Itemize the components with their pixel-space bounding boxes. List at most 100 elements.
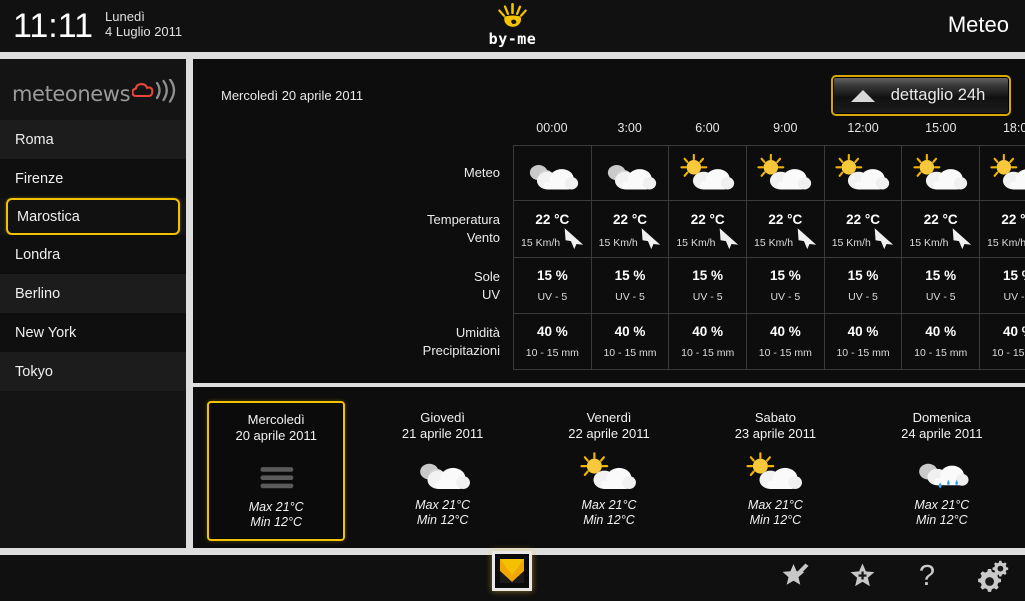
day-card-box: Domenica 24 aprile 2011 Max 21°C Min 12°C bbox=[873, 401, 1011, 541]
day-card-box: Venerdì 22 aprile 2011 Max 21°C Min 12°C bbox=[540, 401, 678, 541]
day-weather-icon-holder bbox=[411, 446, 475, 498]
wind-value: 15 Km/h bbox=[754, 237, 794, 250]
clock-time: 11:11 bbox=[13, 7, 94, 45]
chevron-down-icon[interactable] bbox=[492, 551, 532, 591]
day-card-box: Sabato 23 aprile 2011 Max 21°C Min 12°C bbox=[706, 401, 844, 541]
hourly-cell-meteo bbox=[902, 146, 981, 201]
row-label-line1: Umidità bbox=[455, 324, 500, 340]
day-name: Sabato bbox=[754, 410, 797, 425]
time-label: 12:00 bbox=[847, 121, 879, 135]
hourly-cell-meteo bbox=[514, 146, 592, 201]
sidebar-item-new-york[interactable]: New York bbox=[0, 313, 186, 352]
day-date: 23 aprile 2011 bbox=[734, 426, 817, 441]
hourly-cell-sole: 15 % UV - 5 bbox=[747, 257, 825, 313]
header-divider bbox=[0, 52, 1025, 59]
sidebar-item-marostica[interactable]: Marostica bbox=[6, 198, 180, 235]
uv-value: UV - 5 bbox=[615, 290, 645, 303]
sidebar-item-berlino[interactable]: Berlino bbox=[0, 274, 186, 313]
sidebar-item-firenze[interactable]: Firenze bbox=[0, 159, 186, 198]
sun-cloud-icon bbox=[990, 153, 1025, 190]
wind-direction-arrow-icon bbox=[797, 227, 816, 249]
day-date: 24 aprile 2011 bbox=[901, 426, 983, 441]
cloudy-icon bbox=[607, 164, 657, 190]
temperature-value: 22 °C bbox=[1001, 212, 1025, 228]
day-card-box: Giovedì 21 aprile 2011 Max 21°C Min 12°C bbox=[374, 401, 512, 541]
precipitation-value: 10 - 15 mm bbox=[681, 346, 735, 359]
weather-app: 11:11 Lunedì 4 Luglio 2011 by-me Meteo m… bbox=[0, 0, 1025, 601]
star-edit-icon[interactable] bbox=[778, 557, 816, 595]
uv-value: UV - 5 bbox=[692, 290, 723, 303]
wind-direction-arrow-icon bbox=[564, 227, 583, 249]
precipitation-value: 10 - 15 mm bbox=[525, 346, 579, 359]
sidebar-item-tokyo[interactable]: Tokyo bbox=[0, 352, 186, 391]
uv-value: UV - 5 bbox=[770, 290, 801, 303]
day-weather-icon-holder bbox=[244, 448, 308, 500]
humidity-value: 40 % bbox=[769, 323, 801, 339]
wind-value: 15 Km/h bbox=[831, 237, 871, 250]
hourly-cell-umidita: 40 % 10 - 15 mm bbox=[980, 314, 1025, 369]
wind-value: 15 Km/h bbox=[987, 237, 1025, 250]
wind-value: 15 Km/h bbox=[676, 237, 716, 250]
brand-name: by-me bbox=[488, 30, 537, 48]
bottom-toolbar: ? bbox=[0, 551, 1025, 601]
grid-row-umidita: 40 % 10 - 15 mm 40 % 10 - 15 mm 40 % 10 - 15 … bbox=[514, 313, 1025, 370]
time-label: 6:00 bbox=[695, 121, 720, 135]
hourly-cell-temperatura: 22 °C15 Km/h bbox=[592, 201, 670, 257]
precipitation-value: 10 - 15 mm bbox=[603, 346, 657, 359]
cloud-signal-icon bbox=[131, 78, 184, 110]
sidebar-item-roma[interactable]: Roma bbox=[0, 120, 186, 159]
humidity-value: 40 % bbox=[847, 323, 879, 339]
uv-value: UV - 5 bbox=[537, 290, 568, 303]
main-panel: Mercoledì 20 aprile 2011 dettaglio 24h 0… bbox=[193, 59, 1025, 548]
hourly-cell-temperatura: 22 °C15 Km/h bbox=[747, 201, 825, 257]
hourly-cell-sole: 15 % UV - 5 bbox=[669, 257, 748, 313]
sidebar-item-londra[interactable]: Londra bbox=[0, 235, 186, 274]
hourly-cell-umidita: 40 % 10 - 15 mm bbox=[669, 313, 748, 369]
day-forecast-card[interactable]: Giovedì 21 aprile 2011 Max 21°C Min 12°C bbox=[359, 393, 525, 543]
cloudy-icon bbox=[419, 463, 470, 489]
city-label: Roma bbox=[15, 131, 54, 148]
hand-sun-icon bbox=[496, 3, 530, 29]
day-date: 20 aprile 2011 bbox=[235, 428, 317, 443]
uv-value: UV - 5 bbox=[925, 290, 956, 303]
settings-gears-icon[interactable] bbox=[973, 557, 1011, 595]
clock: 11:11 Lunedì 4 Luglio 2011 bbox=[13, 6, 182, 46]
day-min-temp: Min 12°C bbox=[583, 513, 635, 527]
humidity-value: 40 % bbox=[692, 323, 724, 339]
fog-icon bbox=[260, 466, 294, 488]
row-label-line2: Vento bbox=[466, 230, 500, 246]
day-date: 21 aprile 2011 bbox=[401, 426, 484, 441]
wind-direction-arrow-icon bbox=[719, 227, 739, 249]
hourly-forecast-grid: 22 °C 15 Km/h 22 °C 15 Km/h 22 °C 15 Km/h 22 °… bbox=[513, 145, 1025, 370]
day-forecast-card[interactable]: Venerdì 22 aprile 2011 Max 21°C Min 12°C bbox=[526, 393, 692, 543]
day-name: Mercoledì bbox=[247, 412, 305, 427]
row-label-line1: Meteo bbox=[463, 165, 500, 181]
dettaglio-24h-button[interactable]: dettaglio 24h bbox=[831, 75, 1011, 116]
time-label: 18:00 bbox=[1002, 121, 1025, 135]
row-label-meteo: Meteo bbox=[386, 145, 506, 201]
day-forecast-card[interactable]: Mercoledì 20 aprile 2011 Max 21°C Min 12°C bbox=[193, 393, 359, 543]
hourly-cell-meteo bbox=[592, 146, 670, 201]
day-name: Venerdì bbox=[586, 410, 632, 425]
wind-value: 15 Km/h bbox=[598, 237, 638, 250]
meteonews-logo: meteonews Meteo aggiornato al 19-09-2012… bbox=[0, 59, 186, 145]
hourly-cell-meteo bbox=[825, 146, 903, 201]
hourly-cell-sole: 15 % UV - 5 bbox=[902, 257, 981, 313]
day-forecast-card[interactable]: Sabato 23 aprile 2011 Max 21°C Min 12°C bbox=[692, 393, 858, 543]
humidity-value: 40 % bbox=[925, 323, 957, 339]
current-day-label: Mercoledì 20 aprile 2011 bbox=[221, 88, 364, 103]
hourly-cell-umidita: 40 % 10 - 15 mm bbox=[592, 313, 670, 369]
day-max-temp: Max 21°C bbox=[415, 498, 471, 512]
wind-direction-arrow-icon bbox=[952, 227, 972, 249]
day-forecast-card[interactable]: Domenica 24 aprile 2011 Max 21°C Min 12°C bbox=[859, 393, 1025, 543]
hourly-cell-umidita: 40 % 10 - 15 mm bbox=[902, 313, 981, 369]
row-label-column: Meteo Temperatura Vento Sole UV Umidità … bbox=[386, 145, 506, 370]
meteonews-wordmark: meteonews bbox=[12, 81, 131, 106]
hourly-cell-temperatura: 22 °C15 Km/h bbox=[825, 201, 903, 257]
help-icon[interactable]: ? bbox=[908, 557, 946, 595]
row-label-line2: UV bbox=[481, 286, 500, 302]
grid-row-sole: 15 % UV - 5 15 % UV - 5 15 % UV - 5 15 % UV - 5… bbox=[514, 257, 1025, 314]
sidebar: meteonews Meteo aggiornato al 19-09-2012… bbox=[0, 59, 186, 548]
star-add-icon[interactable] bbox=[843, 557, 881, 595]
day-weather-icon-holder bbox=[910, 446, 974, 498]
